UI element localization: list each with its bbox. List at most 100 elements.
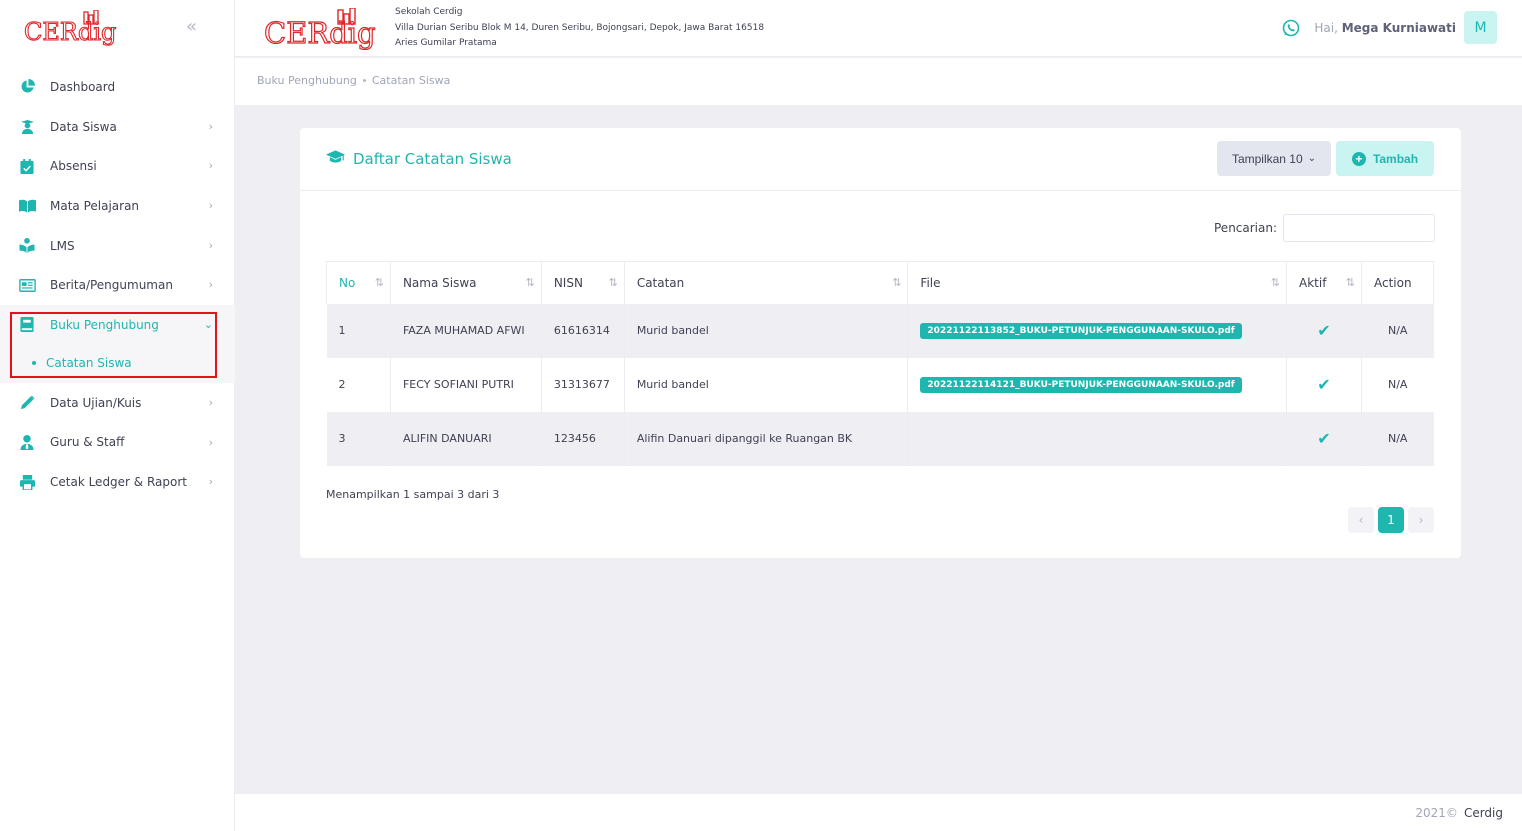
show-entries-dropdown[interactable]: Tampilkan 10 ⌄ — [1217, 141, 1331, 176]
table-row: 2 FECY SOFIANI PUTRI 31313677 Murid band… — [326, 357, 1434, 412]
cell-no: 1 — [326, 303, 391, 358]
col-label: Action — [1373, 275, 1412, 290]
chevron-right-icon: › — [208, 278, 213, 292]
cell-name: FECY SOFIANI PUTRI — [390, 357, 542, 412]
col-nisn[interactable]: NISN ⇅ — [540, 261, 625, 304]
user-tie-icon — [18, 433, 36, 451]
sort-icon: ⇅ — [608, 276, 618, 289]
sidebar-item-cetak-ledger[interactable]: Cetak Ledger & Raport › — [0, 462, 235, 502]
sidebar-group-buku-penghubung: Buku Penghubung ⌄ Catatan Siswa — [0, 305, 235, 383]
cell-file: 20221122114121_BUKU-PETUNJUK-PENGGUNAAN-… — [907, 357, 1288, 412]
sidebar-item-dashboard[interactable]: Dashboard — [0, 67, 235, 107]
col-file[interactable]: File ⇅ — [907, 261, 1288, 304]
footer-year: 2021© — [1415, 806, 1458, 820]
search-area: Pencarian: — [1214, 214, 1436, 242]
school-address: Villa Durian Seribu Blok M 14, Duren Ser… — [395, 22, 765, 33]
chevron-right-icon: › — [208, 199, 213, 213]
col-no[interactable]: No ⇅ — [326, 261, 391, 304]
sidebar-item-guru-staff[interactable]: Guru & Staff › — [0, 423, 235, 463]
sidebar-item-buku-penghubung[interactable]: Buku Penghubung ⌄ — [0, 305, 235, 345]
search-input[interactable] — [1283, 214, 1436, 242]
cell-file: 20221122113852_BUKU-PETUNJUK-PENGGUNAAN-… — [907, 303, 1288, 358]
table-header-row: No ⇅ Nama Siswa ⇅ NISN ⇅ Catatan ⇅ File ⇅ Akt… — [326, 261, 1435, 304]
user-name: Mega Kurniawati — [1341, 20, 1456, 35]
sidebar-subitem-label: Catatan Siswa — [46, 355, 132, 370]
col-aktif[interactable]: Aktif ⇅ — [1286, 261, 1362, 304]
chevron-right-icon: › — [208, 119, 213, 133]
cell-note: Alifin Danuari dipanggil ke Ruangan BK — [624, 411, 909, 466]
breadcrumb: Buku Penghubung Catatan Siswa — [257, 74, 450, 87]
add-button-label: Tambah — [1372, 151, 1419, 166]
breadcrumb-separator — [362, 79, 366, 82]
col-catatan[interactable]: Catatan ⇅ — [623, 261, 909, 304]
add-button[interactable]: + Tambah — [1336, 141, 1434, 176]
chevron-right-icon: › — [208, 395, 213, 409]
book-open-icon — [18, 197, 36, 215]
sort-icon: ⇅ — [892, 276, 902, 289]
col-label: File — [920, 275, 941, 290]
reader-icon — [18, 237, 36, 255]
catatan-table: No ⇅ Nama Siswa ⇅ NISN ⇅ Catatan ⇅ File ⇅ Akt… — [326, 261, 1435, 466]
col-action: Action — [1360, 261, 1435, 304]
school-info: Sekolah Cerdig Villa Durian Seribu Blok … — [395, 5, 764, 52]
cell-aktif: ✔ — [1286, 411, 1362, 466]
cell-name: ALIFIN DANUARI — [390, 411, 542, 466]
school-name: Sekolah Cerdig — [395, 7, 463, 17]
cell-aktif: ✔ — [1286, 357, 1362, 412]
sidebar-item-label: Dashboard — [50, 79, 116, 94]
avatar[interactable]: M — [1464, 11, 1497, 44]
cell-action: N/A — [1361, 303, 1434, 358]
check-icon: ✔ — [1317, 321, 1331, 340]
pencil-icon — [18, 394, 36, 412]
sidebar-subitem-catatan-siswa[interactable]: Catatan Siswa — [0, 345, 235, 381]
check-icon: ✔ — [1317, 429, 1331, 448]
cell-name: FAZA MUHAMAD AFWI — [390, 303, 542, 358]
subheader: Buku Penghubung Catatan Siswa — [235, 58, 1522, 105]
calendar-check-icon — [18, 157, 36, 175]
sidebar-item-mata-pelajaran[interactable]: Mata Pelajaran › — [0, 186, 235, 226]
student-icon — [18, 118, 36, 136]
sidebar-item-berita[interactable]: Berita/Pengumuman › — [0, 265, 235, 305]
top-header: CERdig Sekolah Cerdig Villa Durian Serib… — [235, 0, 1522, 57]
col-nama-siswa[interactable]: Nama Siswa ⇅ — [389, 261, 542, 304]
sidebar-item-data-siswa[interactable]: Data Siswa › — [0, 107, 235, 147]
bullet-icon — [32, 360, 36, 365]
next-page-button[interactable]: › — [1408, 507, 1434, 533]
collapse-sidebar-icon[interactable]: « — [186, 16, 197, 37]
cell-action: N/A — [1361, 411, 1434, 466]
pagination-info: Menampilkan 1 sampai 3 dari 3 — [326, 488, 500, 501]
header-logo[interactable]: CERdig — [262, 7, 382, 53]
sidebar-item-absensi[interactable]: Absensi › — [0, 146, 235, 186]
col-label: No — [339, 275, 356, 290]
pagination: ‹ 1 › — [1348, 507, 1434, 533]
col-label: Nama Siswa — [402, 275, 477, 290]
whatsapp-icon[interactable] — [1282, 19, 1300, 37]
footer-brand-link[interactable]: Cerdig — [1464, 806, 1503, 820]
cell-no: 2 — [326, 357, 391, 412]
cell-no: 3 — [326, 411, 391, 466]
school-person: Aries Gumilar Pratama — [395, 38, 497, 48]
cell-file — [907, 411, 1288, 466]
cell-nisn: 123456 — [541, 411, 625, 466]
sidebar-item-lms[interactable]: LMS › — [0, 226, 235, 266]
breadcrumb-parent[interactable]: Buku Penghubung — [257, 74, 357, 87]
brand-logo[interactable]: CERdig — [22, 9, 122, 49]
file-link[interactable]: 20221122113852_BUKU-PETUNJUK-PENGGUNAAN-… — [920, 322, 1242, 339]
chevron-down-icon: ⌄ — [203, 318, 213, 332]
chevron-right-icon: › — [208, 475, 213, 489]
file-link[interactable]: 20221122114121_BUKU-PETUNJUK-PENGGUNAAN-… — [920, 376, 1242, 393]
prev-page-button[interactable]: ‹ — [1348, 507, 1374, 533]
sidebar-item-label: Absensi — [50, 159, 97, 174]
sidebar-item-label: Mata Pelajaran — [50, 198, 140, 213]
chevron-right-icon: › — [208, 159, 213, 173]
pie-chart-icon — [18, 78, 36, 96]
footer-text: 2021© Cerdig — [1415, 806, 1503, 820]
sort-icon: ⇅ — [374, 276, 384, 289]
page-button[interactable]: 1 — [1378, 507, 1404, 533]
cell-note: Murid bandel — [624, 303, 909, 358]
sort-icon: ⇅ — [525, 276, 535, 289]
catatan-card: Daftar Catatan Siswa Tampilkan 10 ⌄ + Ta… — [300, 128, 1461, 558]
greeting-text: Hai, — [1314, 20, 1338, 35]
sidebar-item-label: LMS — [50, 238, 75, 253]
sidebar-item-data-ujian[interactable]: Data Ujian/Kuis › — [0, 383, 235, 423]
